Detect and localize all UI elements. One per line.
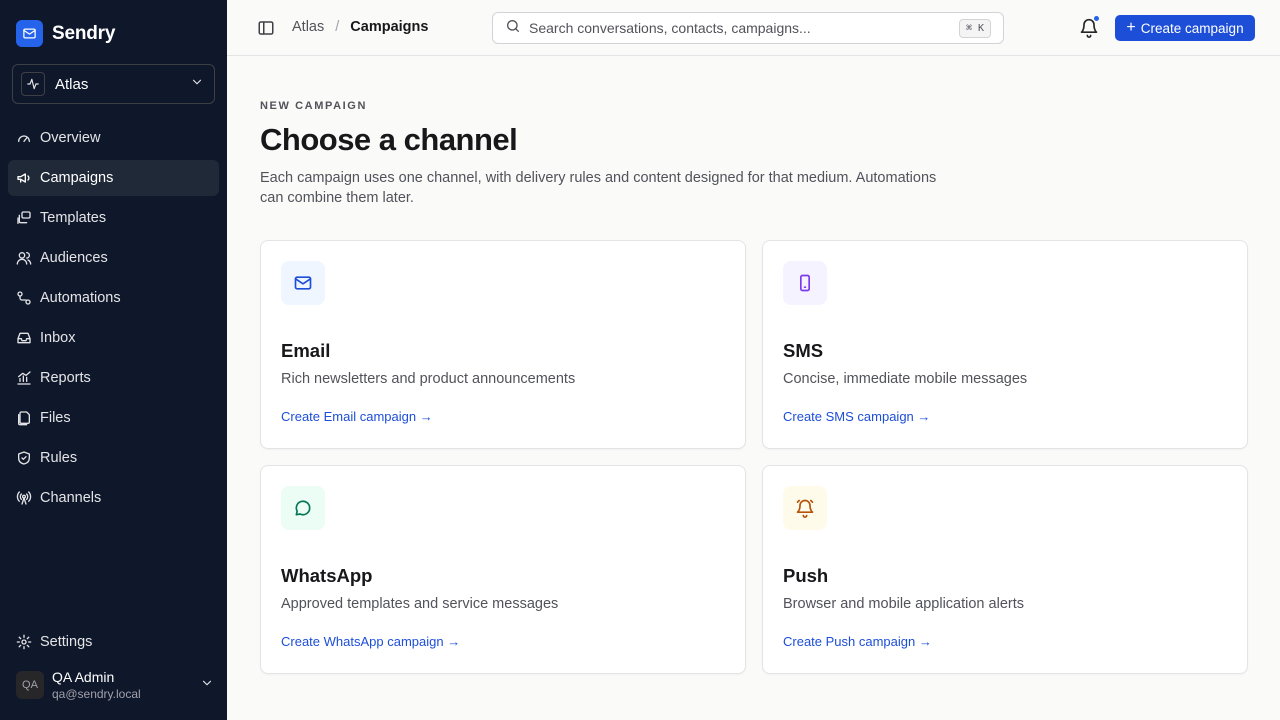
channel-title: WhatsApp bbox=[281, 565, 373, 586]
sidebar-item-label: Channels bbox=[40, 490, 102, 506]
sidebar-item-templates[interactable]: Templates bbox=[8, 200, 219, 236]
phone-icon bbox=[783, 261, 827, 305]
create-whatsapp-campaign-link[interactable]: Create WhatsApp campaign → bbox=[281, 634, 460, 649]
sidebar-item-label: Automations bbox=[40, 290, 121, 306]
search-shortcut: ⌘ K bbox=[958, 18, 991, 38]
sidebar-item-label: Files bbox=[40, 410, 71, 426]
sidebar-item-label: Rules bbox=[40, 450, 78, 466]
notification-dot bbox=[1093, 15, 1100, 22]
sidebar-item-inbox[interactable]: Inbox bbox=[8, 320, 219, 356]
sendry-logo-icon bbox=[16, 20, 43, 47]
search-box: ⌘ K bbox=[492, 12, 1004, 44]
main-content: NEW CAMPAIGN Choose a channel Each campa… bbox=[260, 100, 1250, 674]
channel-description: Concise, immediate mobile messages bbox=[783, 371, 1028, 387]
sidebar-item-label: Campaigns bbox=[40, 170, 114, 186]
antenna-icon bbox=[16, 490, 32, 506]
channel-description: Approved templates and service messages bbox=[281, 596, 559, 612]
create-sms-campaign-link[interactable]: Create SMS campaign → bbox=[783, 409, 930, 424]
sidebar-item-label: Reports bbox=[40, 370, 91, 386]
chevron-down-icon bbox=[190, 75, 204, 94]
user-email: qa@sendry.local bbox=[52, 687, 141, 701]
sidebar-item-label: Inbox bbox=[40, 330, 76, 346]
sidebar-settings: Settings bbox=[8, 624, 219, 664]
workspace-name: Atlas bbox=[55, 75, 89, 93]
gauge-icon bbox=[16, 130, 32, 146]
sidebar-item-label: Overview bbox=[40, 130, 101, 146]
page-description: Each campaign uses one channel, with del… bbox=[260, 170, 937, 206]
mail-icon bbox=[281, 261, 325, 305]
channel-card-email[interactable]: Email Rich newsletters and product annou… bbox=[260, 240, 746, 449]
shield-icon bbox=[16, 450, 32, 466]
bell-ring-icon bbox=[783, 486, 827, 530]
breadcrumb-current: Campaigns bbox=[350, 19, 429, 35]
sidebar-item-audiences[interactable]: Audiences bbox=[8, 240, 219, 276]
chart-icon bbox=[16, 370, 32, 386]
breadcrumb-parent[interactable]: Atlas bbox=[292, 19, 324, 35]
page-title: Choose a channel bbox=[260, 122, 518, 157]
sidebar-item-channels[interactable]: Channels bbox=[8, 480, 219, 516]
users-icon bbox=[16, 250, 32, 266]
files-icon bbox=[16, 410, 32, 426]
megaphone-icon bbox=[16, 170, 32, 186]
sidebar-item-label: Audiences bbox=[40, 250, 108, 266]
create-campaign-button[interactable]: + Create campaign bbox=[1115, 15, 1255, 41]
sidebar-toggle-icon[interactable] bbox=[257, 19, 275, 37]
channel-title: Email bbox=[281, 340, 331, 361]
channel-title: Push bbox=[783, 565, 829, 586]
notifications-bell-icon[interactable] bbox=[1079, 15, 1100, 38]
sidebar-item-label: Templates bbox=[40, 210, 107, 226]
sidebar-item-files[interactable]: Files bbox=[8, 400, 219, 436]
user-info: QA Admin qa@sendry.local bbox=[52, 668, 200, 702]
create-email-campaign-link[interactable]: Create Email campaign → bbox=[281, 409, 433, 424]
user-name: QA Admin bbox=[52, 669, 115, 685]
search-input[interactable] bbox=[529, 20, 959, 36]
brand[interactable]: Sendry bbox=[16, 20, 115, 47]
inbox-icon bbox=[16, 330, 32, 346]
workflow-icon bbox=[16, 290, 32, 306]
create-campaign-label: Create campaign bbox=[1140, 20, 1244, 36]
breadcrumb: Atlas / Campaigns bbox=[292, 19, 428, 35]
chat-bubble-icon bbox=[281, 486, 325, 530]
channel-description: Browser and mobile application alerts bbox=[783, 596, 1024, 612]
sidebar: Sendry Atlas Overview Campaigns Template… bbox=[0, 0, 227, 720]
sidebar-nav: Overview Campaigns Templates Audiences A… bbox=[8, 120, 219, 520]
activity-icon bbox=[21, 72, 45, 96]
sidebar-item-reports[interactable]: Reports bbox=[8, 360, 219, 396]
brand-name: Sendry bbox=[52, 22, 116, 44]
create-push-campaign-link[interactable]: Create Push campaign → bbox=[783, 634, 932, 649]
search-icon bbox=[505, 18, 521, 39]
workspace-switcher[interactable]: Atlas bbox=[12, 64, 215, 104]
channel-description: Rich newsletters and product announcemen… bbox=[281, 371, 576, 387]
top-header: Atlas / Campaigns ⌘ K + Create campaign bbox=[227, 0, 1280, 56]
breadcrumb-separator: / bbox=[335, 19, 340, 35]
page-eyebrow: NEW CAMPAIGN bbox=[260, 100, 367, 112]
channel-card-sms[interactable]: SMS Concise, immediate mobile messages C… bbox=[762, 240, 1248, 449]
sidebar-item-rules[interactable]: Rules bbox=[8, 440, 219, 476]
sidebar-item-label: Settings bbox=[40, 634, 93, 650]
plus-icon: + bbox=[1126, 19, 1136, 36]
channel-card-push[interactable]: Push Browser and mobile application aler… bbox=[762, 465, 1248, 674]
user-menu[interactable]: QA QA Admin qa@sendry.local bbox=[16, 666, 214, 704]
sidebar-item-settings[interactable]: Settings bbox=[8, 624, 219, 660]
templates-icon bbox=[16, 210, 32, 226]
sidebar-item-campaigns[interactable]: Campaigns bbox=[8, 160, 219, 196]
channel-title: SMS bbox=[783, 340, 824, 361]
channel-card-whatsapp[interactable]: WhatsApp Approved templates and service … bbox=[260, 465, 746, 674]
sidebar-item-overview[interactable]: Overview bbox=[8, 120, 219, 156]
avatar: QA bbox=[16, 671, 44, 699]
gear-icon bbox=[16, 634, 32, 650]
sidebar-item-automations[interactable]: Automations bbox=[8, 280, 219, 316]
chevron-down-icon bbox=[200, 676, 214, 695]
